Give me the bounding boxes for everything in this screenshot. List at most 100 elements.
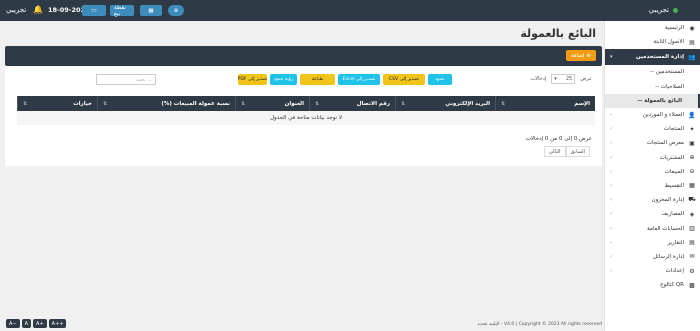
sort-icon: ⇅ [23,100,28,107]
sidebar-item-label: التقارير [667,239,684,246]
products-icon: ✦ [689,125,695,133]
sort-icon: ⇅ [501,100,506,107]
sidebar-item-label: الحسابات العامة [647,225,684,232]
table-header: الإسم ⇅ البريد الإلكتروني ⇅ رقم الاتصال ⇅ ا… [17,96,595,111]
chevron-down-icon: ▾ [554,76,557,82]
sidebar-item-users[interactable]: -- المستخدمين [605,65,700,79]
sidebar-item-user-management[interactable]: ▾ إدارة المستخدمين 👥 [605,49,700,66]
sort-icon: ⇅ [103,100,108,107]
sidebar-item-installments[interactable]: ‹ التقسيط ▦ [605,179,700,193]
table-info: عرض 0 إلى 0 من 0 إدخالات [525,136,592,142]
sidebar-item-inventory[interactable]: ‹ إدارة المخزون ⛟ [605,193,700,207]
col-phone[interactable]: رقم الاتصال ⇅ [309,96,395,111]
plus-icon: ⊕ [586,52,591,59]
expenses-icon: ◈ [689,210,695,218]
add-label: إضافة [570,52,585,59]
bell-icon[interactable]: 🔔 [33,5,43,14]
sidebar-item-label: التقسيط [664,182,684,189]
sidebar-item-home[interactable]: الرئيسية ◉ [605,21,700,35]
sidebar-item-purchases[interactable]: ‹ المشتريات ⊕ [605,151,700,165]
plus-circle-icon: ⊕ [173,7,179,14]
col-options[interactable]: خيارات ⇅ [17,96,97,111]
column-visibility-button[interactable]: رؤية عمود [270,74,297,85]
show-label: عرض [580,76,592,82]
dashboard-icon: ◉ [689,24,695,32]
accounts-icon: ▥ [689,225,695,233]
prev-page-button[interactable]: السابق [565,146,590,157]
search-input[interactable]: بحث ... [96,74,156,85]
sidebar-item-label: الرئيسية [665,25,684,32]
calculator-icon: ▦ [148,7,154,14]
panel-header: إضافة ⊕ [5,46,602,66]
col-email[interactable]: البريد الإلكتروني ⇅ [395,96,495,111]
page-size-select[interactable]: ▾ 25 [551,74,576,84]
add-button[interactable]: إضافة ⊕ [565,50,596,61]
next-page-button[interactable]: التالي [543,146,566,157]
sales-icon: ⊖ [689,168,695,176]
expand-button[interactable]: ▭ [82,5,106,16]
col-name[interactable]: الإسم ⇅ [495,96,595,111]
font-reset-button[interactable]: A [21,319,32,328]
sidebar-item-qr-catalog[interactable]: كتالوج QR ▩ [605,278,700,292]
font-increase-more-button[interactable]: A++ [48,319,67,328]
excel-button[interactable]: تصدير إلى Excel [338,74,380,85]
sidebar-item-settings[interactable]: ‹ إعدادات ⚙ [605,264,700,278]
sidebar-item-commission-seller[interactable]: -- البائع بالعمولة [605,93,700,108]
sidebar: الرئيسية ◉ الأصول الثابتة ▤ ▾ إدارة المستخد… [604,21,700,331]
sidebar-item-expenses[interactable]: ‹ المصاريف ◈ [605,207,700,221]
sidebar-item-messages[interactable]: ‹ إدارة الرسائل ✉ [605,250,700,264]
installments-icon: ▦ [689,182,695,190]
sidebar-item-label: معرض المنتجات [646,140,684,147]
sidebar-item-label: إدارة المستخدمين [635,54,684,61]
sidebar-item-label: المشتريات [659,154,684,161]
sidebar-item-label: إدارة الرسائل [652,253,684,260]
col-name-label: الإسم [574,100,590,107]
sidebar-item-label: المصاريف [661,211,684,218]
font-decrease-button[interactable]: A− [6,319,20,328]
font-increase-button[interactable]: A+ [33,319,47,328]
pdf-button[interactable]: تصدير إلى PDF [238,74,267,85]
sidebar-item-customers[interactable]: ‹ العملاء و الموردين 👤 [605,108,700,122]
user-name: تجريبي [6,6,27,14]
length-filter: إدخالات ▾ 25 عرض [530,74,592,84]
brand-user-name: تجريبي [648,6,669,14]
sidebar-item-permissions[interactable]: -- الصلاحيات [605,80,700,94]
sidebar-item-label: إعدادات [665,268,684,275]
envelope-icon: ✉ [689,253,695,261]
page-size-value: 25 [565,76,573,82]
sidebar-item-label: -- البائع بالعمولة [637,97,682,104]
pagination: التالي السابق [543,146,590,157]
top-bar: تجريبي 🔔 18-09-2023 ▭ نقطة بيع ▦ ⊕ تجريب… [0,0,700,21]
entries-label: إدخالات [530,76,547,82]
sidebar-item-accounts[interactable]: ‹ الحسابات العامة ▥ [605,221,700,235]
content-panel: إدخالات ▾ 25 عرض عمود تصدير إلى CSV تصدي… [5,66,602,166]
empty-table-message: لا توجد بيانات متاحة في الجدول [17,111,595,125]
sidebar-item-sales[interactable]: ‹ المبيعات ⊖ [605,165,700,179]
sidebar-item-label: كتالوج QR [660,282,684,289]
sidebar-item-reports[interactable]: ‹ التقارير ▤ [605,236,700,250]
columns-button[interactable]: عمود [428,74,452,85]
pos-label: نقطة بيع [114,4,126,17]
add-circle-button[interactable]: ⊕ [168,5,184,16]
col-commission[interactable]: نسبة عمولة المبيعات (%) ⇅ [97,96,235,111]
sidebar-item-product-gallery[interactable]: ‹ معرض المنتجات ▣ [605,136,700,150]
col-address[interactable]: العنوان ⇅ [235,96,309,111]
user-menu[interactable]: تجريبي [6,6,26,14]
sidebar-item-label: إدارة المخزون [651,197,684,204]
qr-icon: ▩ [689,281,695,289]
sidebar-item-label: المبيعات [664,168,684,175]
sort-icon: ⇅ [241,100,246,107]
pos-button[interactable]: نقطة بيع [110,4,134,17]
sidebar-item-fixed-assets[interactable]: الأصول الثابتة ▤ [605,35,700,49]
sidebar-item-label: المنتجات [663,126,684,133]
print-button[interactable]: طباعة [300,74,335,85]
online-status-icon [673,7,678,13]
brand-user[interactable]: تجريبي [649,6,678,14]
sidebar-item-products[interactable]: ‹ المنتجات ✦ [605,122,700,136]
csv-button[interactable]: تصدير إلى CSV [383,74,425,85]
gallery-icon: ▣ [689,139,695,147]
export-buttons: عمود تصدير إلى CSV تصدير إلى Excel طباعة… [238,74,452,85]
purchases-icon: ⊕ [689,154,695,162]
calculator-button[interactable]: ▦ [140,5,162,16]
users-icon: 👥 [688,53,696,61]
